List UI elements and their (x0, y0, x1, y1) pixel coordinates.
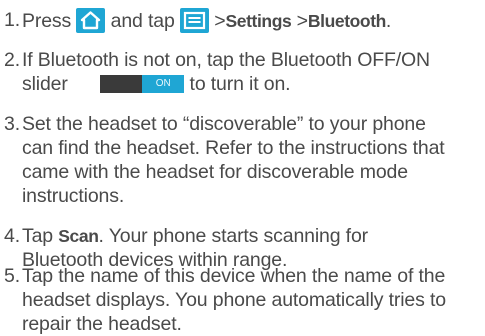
step-number: 4. (4, 225, 20, 247)
step-text-segment: to turn it on. (189, 73, 291, 95)
step-line: Set the headset to “discoverable” to you… (22, 113, 426, 135)
step-text: Press and tap >Settings >Bluetooth. (22, 8, 482, 33)
step-text-segment: Tap (22, 225, 53, 247)
step-text-segment: . Your phone starts scanning for (98, 225, 369, 247)
step-line: instructions. (22, 185, 125, 207)
step-text-segment: slider (22, 73, 68, 95)
scan-label: Scan (58, 226, 99, 246)
step-line: headset displays. You phone automaticall… (22, 289, 446, 311)
slider-on-label: ON (142, 75, 185, 93)
step-text: Set the headset to “discoverable” to you… (22, 112, 482, 208)
menu-icon (179, 8, 209, 33)
bluetooth-label: Bluetooth (307, 11, 386, 31)
step-line: If Bluetooth is not on, tap the Bluetoot… (22, 49, 430, 71)
step-text: If Bluetooth is not on, tap the Bluetoot… (22, 48, 482, 96)
step-text: Tap the name of this device when the nam… (22, 264, 482, 336)
step-line: came with the headset for discoverable m… (22, 161, 408, 183)
step-number: 3. (4, 113, 20, 135)
step-text-segment: . (385, 10, 392, 32)
separator: > (214, 10, 226, 32)
bluetooth-on-off-slider: ON (100, 75, 185, 93)
step-text-segment: Press (22, 10, 72, 32)
home-icon (76, 8, 106, 33)
settings-label: Settings (225, 11, 292, 31)
separator: > (296, 10, 308, 32)
step-line: can find the headset. Refer to the instr… (22, 137, 445, 159)
step-number: 1. (4, 9, 20, 31)
step-line: Tap the name of this device when the nam… (22, 265, 446, 287)
step-number: 2. (4, 49, 20, 71)
step-text-segment: and tap (110, 10, 175, 32)
step-number: 5. (4, 265, 20, 287)
step-line: repair the headset. (22, 313, 182, 335)
